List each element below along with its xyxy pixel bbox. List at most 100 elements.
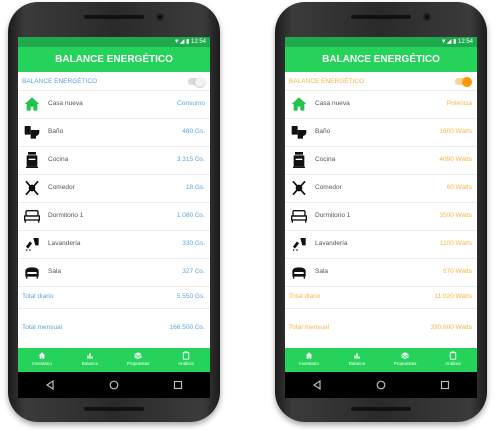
total-daily-row: Total diario 11.020 Watts — [285, 290, 477, 304]
toggle-label: BALANCE ENERGÉTICO — [22, 78, 98, 85]
back-icon[interactable] — [45, 380, 55, 390]
earpiece-speaker — [84, 15, 144, 19]
nav-analisis[interactable]: Análisis — [429, 348, 477, 372]
dining-icon — [292, 180, 306, 196]
nav-label: Inventario — [299, 361, 319, 366]
total-daily-value: 5.550 Gs. — [176, 293, 205, 300]
bathroom-icon — [291, 126, 307, 139]
nav-inventario[interactable]: Inventario — [18, 348, 66, 372]
toggle-label: BALANCE ENERGÉTICO — [289, 78, 365, 85]
list-item[interactable]: Lavandería 330 Gs. — [18, 230, 210, 258]
list-item[interactable]: Dormitorio 1 3500 Watts — [285, 202, 477, 230]
total-monthly-label: Total mensual — [289, 324, 330, 331]
total-monthly-row: Total mensual 330.600 Watts — [285, 321, 477, 335]
divider — [18, 286, 210, 287]
home-icon — [38, 352, 46, 359]
balance-toggle-row[interactable]: BALANCE ENERGÉTICO — [18, 75, 210, 89]
balance-toggle[interactable] — [455, 76, 472, 87]
home-icon — [305, 352, 313, 359]
house-icon — [291, 97, 307, 111]
room-value: 4090 Watts — [439, 156, 472, 163]
room-value: 3.315 Gs. — [176, 156, 205, 163]
layers-icon — [134, 352, 142, 360]
divider — [285, 308, 477, 309]
app-screen: ▼◢ ▮ 12:54 BALANCE ENERGÉTICO BALANCE EN… — [18, 37, 210, 372]
home-button-icon[interactable] — [376, 380, 386, 390]
nav-balance[interactable]: Balance — [333, 348, 381, 372]
bottom-navigation: Inventario Balance Propuestas Análisis — [18, 348, 210, 372]
home-button-icon[interactable] — [109, 380, 119, 390]
toggle-knob — [195, 76, 205, 87]
column-header: Potencia — [446, 100, 472, 107]
balance-toggle-row[interactable]: BALANCE ENERGÉTICO — [285, 75, 477, 89]
room-name: Cocina — [48, 156, 69, 163]
list-item[interactable]: Cocina 4090 Watts — [285, 146, 477, 174]
list-item[interactable]: Comedor 18 Gs. — [18, 174, 210, 202]
dining-icon — [25, 180, 39, 196]
list-item[interactable]: Sala 327 Gs. — [18, 258, 210, 286]
room-value: 1.080 Gs. — [176, 212, 205, 219]
room-value: 327 Gs. — [182, 268, 205, 275]
front-camera-icon — [156, 13, 164, 21]
status-time: 12:54 — [190, 39, 206, 45]
recents-icon[interactable] — [440, 380, 450, 390]
status-bar: ▼◢ ▮ 12:54 — [18, 37, 210, 47]
back-icon[interactable] — [312, 380, 322, 390]
phone-left: ▼◢ ▮ 12:54 BALANCE ENERGÉTICO BALANCE EN… — [8, 2, 220, 422]
house-name: Casa nueva — [315, 100, 350, 107]
house-header-row: Casa nueva Potencia — [285, 90, 477, 118]
total-monthly-row: Total mensual 166.500 Gs. — [18, 321, 210, 335]
nav-propuestas[interactable]: Propuestas — [381, 348, 429, 372]
recents-icon[interactable] — [173, 380, 183, 390]
total-monthly-value: 166.500 Gs. — [169, 324, 205, 331]
divider — [285, 286, 477, 287]
total-daily-value: 11.020 Watts — [434, 293, 472, 300]
signal-icon: ▼◢ ▮ — [173, 39, 191, 45]
status-bar: ▼◢ ▮ 12:54 — [285, 37, 477, 47]
room-name: Comedor — [48, 184, 75, 191]
bottom-speaker — [84, 407, 144, 411]
nav-analisis[interactable]: Análisis — [162, 348, 210, 372]
earpiece-speaker — [351, 15, 411, 19]
toggle-knob — [462, 76, 472, 87]
balance-toggle[interactable] — [188, 76, 205, 87]
list-item[interactable]: Dormitorio 1 1.080 Gs. — [18, 202, 210, 230]
room-value: 60 Watts — [446, 184, 472, 191]
status-time: 12:54 — [457, 39, 473, 45]
divider — [18, 308, 210, 309]
room-name: Lavandería — [315, 240, 348, 247]
bottom-navigation: Inventario Balance Propuestas Análisis — [285, 348, 477, 372]
total-daily-label: Total diario — [22, 293, 54, 300]
room-value: 3500 Watts — [439, 212, 472, 219]
list-item[interactable]: Lavandería 1100 Watts — [285, 230, 477, 258]
room-value: 1600 Watts — [439, 128, 472, 135]
list-item[interactable]: Baño 480 Gs. — [18, 118, 210, 146]
list-item[interactable]: Cocina 3.315 Gs. — [18, 146, 210, 174]
list-item[interactable]: Comedor 60 Watts — [285, 174, 477, 202]
laundry-icon — [25, 238, 39, 251]
list-item[interactable]: Sala 670 Watts — [285, 258, 477, 286]
room-value: 330 Gs. — [182, 240, 205, 247]
column-header: Consumo — [177, 100, 205, 107]
room-name: Dormitorio 1 — [48, 212, 84, 219]
nav-label: Balance — [81, 361, 99, 366]
room-value: 1100 Watts — [439, 240, 472, 247]
total-daily-row: Total diario 5.550 Gs. — [18, 290, 210, 304]
nav-propuestas[interactable]: Propuestas — [114, 348, 162, 372]
nav-inventario[interactable]: Inventario — [285, 348, 333, 372]
clipboard-icon — [449, 351, 457, 360]
system-navigation-bar — [18, 372, 210, 398]
room-value: 18 Gs. — [185, 184, 205, 191]
list-item[interactable]: Baño 1600 Watts — [285, 118, 477, 146]
total-monthly-label: Total mensual — [22, 324, 63, 331]
nav-balance[interactable]: Balance — [66, 348, 114, 372]
page-title: BALANCE ENERGÉTICO — [285, 47, 477, 72]
chart-icon — [354, 353, 360, 359]
system-navigation-bar — [285, 372, 477, 398]
room-name: Comedor — [315, 184, 342, 191]
screenshot-stage: ▼◢ ▮ 12:54 BALANCE ENERGÉTICO BALANCE EN… — [0, 0, 495, 430]
total-monthly-value: 330.600 Watts — [430, 324, 472, 331]
signal-icon: ▼◢ ▮ — [440, 39, 458, 45]
house-name: Casa nueva — [48, 100, 83, 107]
room-name: Dormitorio 1 — [315, 212, 351, 219]
